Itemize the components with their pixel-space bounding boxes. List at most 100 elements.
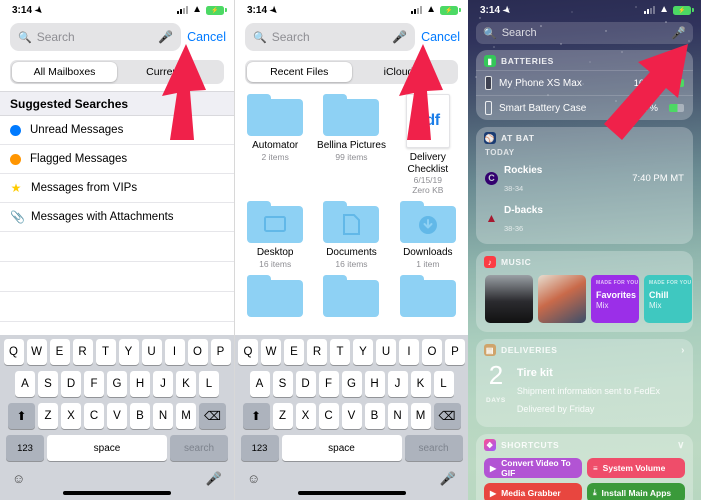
key-g[interactable]: G bbox=[107, 371, 127, 397]
key-e[interactable]: E bbox=[284, 339, 304, 365]
widget-batteries[interactable]: ▮ BATTERIES › My Phone XS Max 100% Smart… bbox=[476, 50, 693, 120]
key-y[interactable]: Y bbox=[118, 339, 139, 365]
microphone-icon[interactable]: 🎤 bbox=[206, 471, 222, 487]
key-o[interactable]: O bbox=[187, 339, 208, 365]
segment-recent-files[interactable]: Recent Files bbox=[247, 62, 352, 82]
key-l[interactable]: L bbox=[433, 371, 454, 397]
key-m[interactable]: M bbox=[410, 403, 431, 429]
key-e[interactable]: E bbox=[49, 339, 70, 365]
numbers-key[interactable]: 123 bbox=[240, 435, 279, 461]
file-item[interactable]: Desktop 16 items bbox=[237, 201, 313, 269]
key-c[interactable]: C bbox=[84, 403, 104, 429]
file-item[interactable]: Bellina Pictures 99 items bbox=[313, 94, 389, 195]
key-h[interactable]: H bbox=[364, 371, 385, 397]
key-i[interactable]: I bbox=[399, 339, 419, 365]
key-t[interactable]: T bbox=[95, 339, 116, 365]
shortcut-button[interactable]: ⤓ Install Main Apps bbox=[587, 483, 685, 500]
list-item[interactable]: 📎 Messages with Attachments bbox=[0, 203, 234, 232]
key-h[interactable]: H bbox=[130, 371, 150, 397]
key-c[interactable]: C bbox=[318, 403, 339, 429]
key-t[interactable]: T bbox=[330, 339, 350, 365]
key-u[interactable]: U bbox=[376, 339, 396, 365]
key-z[interactable]: Z bbox=[272, 403, 293, 429]
shift-icon[interactable]: ⬆ bbox=[8, 403, 35, 429]
key-g[interactable]: G bbox=[341, 371, 362, 397]
chevron-right-icon[interactable]: › bbox=[681, 56, 685, 67]
file-item[interactable]: Downloads 1 item bbox=[390, 201, 466, 269]
key-p[interactable]: P bbox=[210, 339, 231, 365]
key-m[interactable]: M bbox=[176, 403, 196, 429]
key-b[interactable]: B bbox=[130, 403, 150, 429]
microphone-icon[interactable]: 🎤 bbox=[392, 30, 407, 44]
file-item[interactable] bbox=[313, 275, 389, 318]
onscreen-keyboard[interactable]: Q W E R T Y U I O P A S D F G H J K L ⬆ … bbox=[235, 335, 468, 500]
shift-icon[interactable]: ⬆ bbox=[242, 403, 270, 429]
file-item[interactable]: Automator 2 items bbox=[237, 94, 313, 195]
widget-deliveries[interactable]: ▤ DELIVERIES › 2 DAYS Tire kit Shipment … bbox=[476, 339, 693, 427]
segmented-control-files[interactable]: Recent Files iCloud D bbox=[245, 60, 458, 84]
key-w[interactable]: W bbox=[261, 339, 281, 365]
file-item[interactable] bbox=[237, 275, 313, 318]
search-input[interactable]: 🔍 Search 🎤 bbox=[476, 22, 693, 44]
backspace-icon[interactable]: ⌫ bbox=[199, 403, 226, 429]
numbers-key[interactable]: 123 bbox=[6, 435, 44, 461]
shortcut-button[interactable]: ▶ Media Grabber bbox=[484, 483, 582, 500]
key-r[interactable]: R bbox=[72, 339, 93, 365]
microphone-icon[interactable]: 🎤 bbox=[671, 26, 686, 40]
emoji-icon[interactable]: ☺ bbox=[12, 471, 25, 486]
key-v[interactable]: V bbox=[107, 403, 127, 429]
album-art[interactable] bbox=[485, 275, 533, 323]
key-d[interactable]: D bbox=[61, 371, 81, 397]
key-x[interactable]: X bbox=[295, 403, 316, 429]
key-j[interactable]: J bbox=[153, 371, 173, 397]
onscreen-keyboard[interactable]: Q W E R T Y U I O P A S D F G H J K L ⬆ … bbox=[0, 335, 234, 500]
file-item[interactable]: pdf Delivery Checklist 6/15/19 Zero KB bbox=[390, 94, 466, 195]
backspace-icon[interactable]: ⌫ bbox=[433, 403, 461, 429]
key-u[interactable]: U bbox=[141, 339, 162, 365]
list-item[interactable]: ★ Messages from VIPs bbox=[0, 174, 234, 203]
widget-shortcuts[interactable]: ❖ SHORTCUTS ∨ ▶ Convert Video To GIF ≡ S… bbox=[476, 434, 693, 500]
key-v[interactable]: V bbox=[341, 403, 362, 429]
album-art[interactable] bbox=[538, 275, 586, 323]
file-item[interactable]: Documents 16 items bbox=[313, 201, 389, 269]
key-w[interactable]: W bbox=[26, 339, 47, 365]
key-q[interactable]: Q bbox=[238, 339, 258, 365]
key-y[interactable]: Y bbox=[353, 339, 373, 365]
key-a[interactable]: A bbox=[249, 371, 270, 397]
key-j[interactable]: J bbox=[387, 371, 408, 397]
list-item[interactable]: Flagged Messages bbox=[0, 145, 234, 174]
search-key[interactable]: search bbox=[404, 435, 463, 461]
key-n[interactable]: N bbox=[153, 403, 173, 429]
album-art-favorites-mix[interactable]: MADE FOR YOU Favorites Mix bbox=[591, 275, 639, 323]
key-f[interactable]: F bbox=[84, 371, 104, 397]
key-i[interactable]: I bbox=[164, 339, 185, 365]
key-b[interactable]: B bbox=[364, 403, 385, 429]
search-key[interactable]: search bbox=[170, 435, 228, 461]
microphone-icon[interactable]: 🎤 bbox=[440, 471, 456, 487]
widget-music[interactable]: ♪ MUSIC MADE FOR YOU Favorites Mix MADE … bbox=[476, 251, 693, 332]
key-a[interactable]: A bbox=[15, 371, 35, 397]
key-o[interactable]: O bbox=[422, 339, 442, 365]
segment-icloud-drive[interactable]: iCloud D bbox=[352, 62, 457, 82]
segmented-control-mailboxes[interactable]: All Mailboxes Current M bbox=[10, 60, 224, 84]
key-l[interactable]: L bbox=[199, 371, 219, 397]
key-z[interactable]: Z bbox=[38, 403, 58, 429]
search-input[interactable]: 🔍 Search 🎤 bbox=[245, 23, 416, 51]
key-r[interactable]: R bbox=[307, 339, 327, 365]
chevron-down-icon[interactable]: ∨ bbox=[677, 440, 685, 451]
list-item[interactable]: Unread Messages bbox=[0, 116, 234, 145]
shortcut-button[interactable]: ▶ Convert Video To GIF bbox=[484, 458, 582, 478]
cancel-button[interactable]: Cancel bbox=[421, 30, 460, 44]
search-input[interactable]: 🔍 Search 🎤 bbox=[10, 23, 182, 51]
key-n[interactable]: N bbox=[387, 403, 408, 429]
key-s[interactable]: S bbox=[38, 371, 58, 397]
key-k[interactable]: K bbox=[410, 371, 431, 397]
space-key[interactable]: space bbox=[281, 435, 402, 461]
key-k[interactable]: K bbox=[176, 371, 196, 397]
space-key[interactable]: space bbox=[47, 435, 167, 461]
widget-at-bat[interactable]: ⚾ AT BAT TODAY C Rockies 38-34 7:40 PM M… bbox=[476, 127, 693, 244]
key-s[interactable]: S bbox=[272, 371, 293, 397]
shortcut-button[interactable]: ≡ System Volume bbox=[587, 458, 685, 478]
microphone-icon[interactable]: 🎤 bbox=[158, 30, 173, 44]
key-f[interactable]: F bbox=[318, 371, 339, 397]
